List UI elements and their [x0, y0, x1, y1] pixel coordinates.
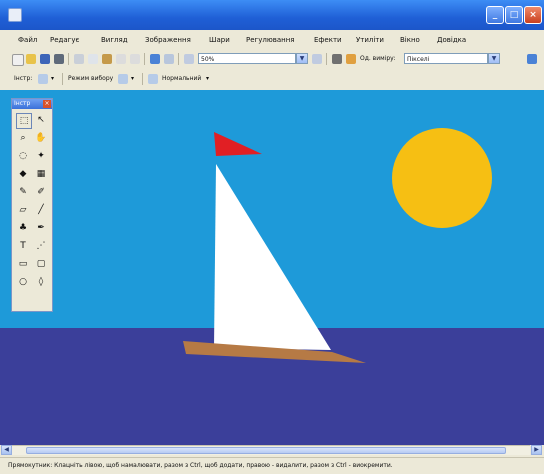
menu-effects[interactable]: Ефекти: [314, 36, 342, 44]
menu-utilities[interactable]: Утиліти: [356, 36, 384, 44]
units-combo[interactable]: Пікселі: [404, 53, 488, 64]
menu-image[interactable]: Зображення: [145, 36, 191, 44]
pencil-icon[interactable]: ✎: [16, 185, 30, 199]
zoom-combo[interactable]: 50%: [198, 53, 296, 64]
rounded-rectangle-icon[interactable]: ▢: [34, 257, 48, 271]
clone-stamp-icon[interactable]: ♣: [16, 221, 30, 235]
units-label: Од. виміру:: [360, 55, 396, 62]
tools-panel: Інстр × ⬚ ↖ ⌕ ✋ ◌ ✦ ◆ ▦ ✎ ✐ ▱ ╱ ♣ ✒ T ⋰ …: [11, 98, 53, 312]
paint-window: _ □ × Файл Редагує Вигляд Зображення Шар…: [0, 0, 544, 474]
main-toolbar: 50% ▼ Од. виміру: Пікселі ▼: [0, 50, 544, 68]
grid-icon[interactable]: [332, 54, 342, 64]
title-bar[interactable]: _ □ ×: [0, 0, 544, 30]
menu-adjustments[interactable]: Регулювання: [246, 36, 295, 44]
menu-layers[interactable]: Шари: [209, 36, 230, 44]
image-canvas[interactable]: [0, 90, 544, 445]
maximize-icon[interactable]: □: [505, 6, 523, 24]
recolor-icon[interactable]: ✒: [34, 221, 48, 235]
eraser-icon[interactable]: ▱: [16, 203, 30, 217]
horizontal-scrollbar[interactable]: [12, 445, 530, 455]
rectangle-select-icon[interactable]: ⬚: [16, 113, 32, 129]
close-icon[interactable]: ×: [524, 6, 542, 24]
ruler-icon[interactable]: [346, 54, 356, 64]
close-icon[interactable]: ×: [43, 100, 51, 108]
freeform-icon[interactable]: ◊: [34, 275, 48, 289]
sun: [392, 128, 492, 228]
canvas-area[interactable]: [0, 90, 544, 445]
chevron-down-icon[interactable]: ▾: [51, 75, 54, 82]
tools-panel-title: Інстр: [14, 100, 31, 107]
brush-icon[interactable]: ✐: [34, 185, 48, 199]
gradient-icon[interactable]: ▦: [34, 167, 48, 181]
scroll-left-icon[interactable]: ◀: [1, 445, 12, 455]
more-tools-icon[interactable]: [527, 54, 537, 64]
copy-icon[interactable]: [88, 54, 98, 64]
status-text: Прямокутник: Клацніть лівою, щоб намалюв…: [8, 462, 393, 469]
cut-icon[interactable]: [74, 54, 84, 64]
crop-icon[interactable]: [116, 54, 126, 64]
paint-bucket-icon[interactable]: ◆: [16, 167, 30, 181]
zoom-in-icon[interactable]: [312, 54, 322, 64]
save-icon[interactable]: [40, 54, 50, 64]
chevron-down-icon[interactable]: ▼: [488, 53, 500, 64]
chevron-down-icon[interactable]: ▾: [131, 75, 134, 82]
tool-options-bar: Інстр: ▾ Режим вибору ▾ Нормальний ▾: [0, 70, 544, 88]
pan-icon[interactable]: ✋: [34, 131, 48, 145]
text-icon[interactable]: T: [16, 239, 30, 253]
new-icon[interactable]: [12, 54, 24, 66]
menu-window[interactable]: Вікно: [400, 36, 420, 44]
redo-icon[interactable]: [164, 54, 174, 64]
zoom-out-icon[interactable]: [184, 54, 194, 64]
scroll-right-icon[interactable]: ▶: [531, 445, 542, 455]
deselect-icon[interactable]: [130, 54, 140, 64]
status-bar: Прямокутник: Клацніть лівою, щоб намалюв…: [0, 457, 544, 474]
ellipse-icon[interactable]: ○: [16, 275, 30, 289]
move-icon[interactable]: ↖: [34, 113, 48, 127]
menu-bar: Файл Редагує Вигляд Зображення Шари Регу…: [0, 34, 544, 48]
undo-icon[interactable]: [150, 54, 160, 64]
line-icon[interactable]: ╱: [34, 203, 48, 217]
chevron-down-icon[interactable]: ▾: [206, 75, 209, 82]
selection-mode-label: Режим вибору: [68, 75, 114, 82]
menu-view[interactable]: Вигляд: [101, 36, 128, 44]
chevron-down-icon[interactable]: ▼: [296, 53, 308, 64]
paste-icon[interactable]: [102, 54, 112, 64]
menu-file[interactable]: Файл: [18, 36, 37, 44]
magic-wand-icon[interactable]: ✦: [34, 149, 48, 163]
shapes-icon[interactable]: ⋰: [34, 239, 48, 253]
scrollbar-thumb[interactable]: [26, 447, 506, 454]
ellipse-select-icon[interactable]: ◌: [16, 149, 30, 163]
tools-panel-header[interactable]: Інстр ×: [12, 99, 52, 109]
selection-mode-icon[interactable]: [118, 74, 128, 84]
blend-mode-icon[interactable]: [148, 74, 158, 84]
menu-help[interactable]: Довідка: [437, 36, 466, 44]
blend-mode-value[interactable]: Нормальний: [162, 75, 201, 82]
print-icon[interactable]: [54, 54, 64, 64]
app-icon: [8, 8, 22, 22]
current-tool-icon[interactable]: [38, 74, 48, 84]
minimize-icon[interactable]: _: [486, 6, 504, 24]
open-icon[interactable]: [26, 54, 36, 64]
menu-edit[interactable]: Редагує: [50, 36, 79, 44]
tool-label: Інстр:: [14, 75, 33, 82]
zoom-icon[interactable]: ⌕: [16, 131, 30, 145]
rectangle-icon[interactable]: ▭: [16, 257, 30, 271]
